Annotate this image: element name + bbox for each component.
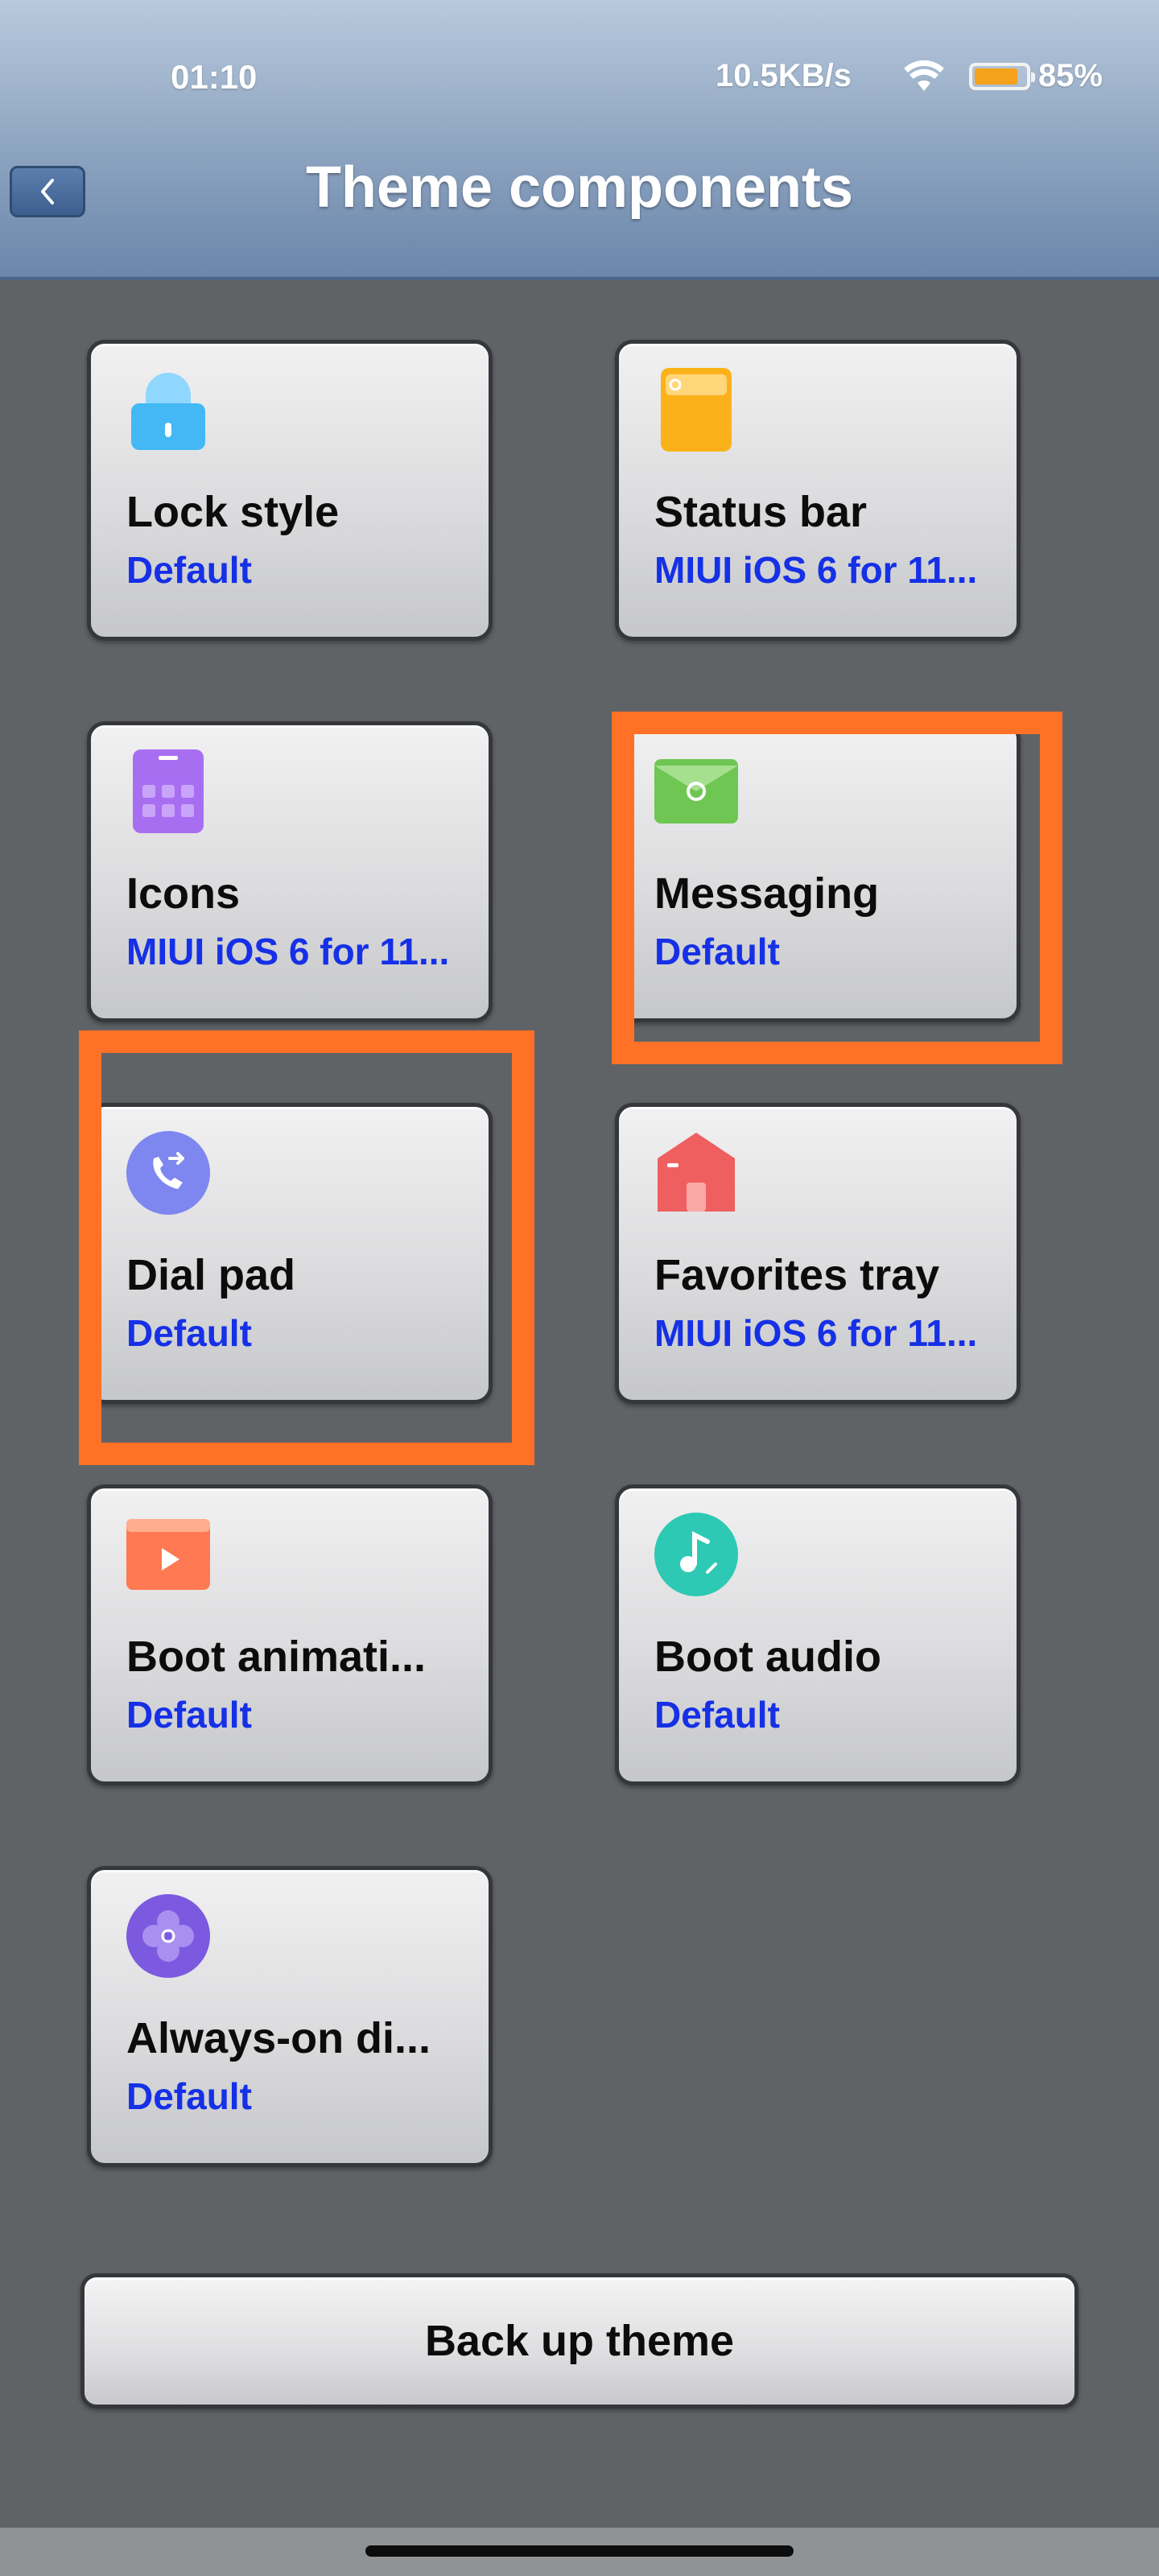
component-value: Default	[126, 549, 252, 591]
status-indicators: 10.5KB/s 85%	[716, 58, 1103, 94]
envelope-icon	[654, 749, 738, 833]
flower-icon	[126, 1894, 210, 1978]
home-icon	[654, 1131, 738, 1215]
network-speed: 10.5KB/s	[715, 58, 852, 93]
component-name: Favorites tray	[654, 1251, 940, 1299]
component-name: Boot animati...	[126, 1633, 427, 1681]
status-time: 01:10	[171, 58, 258, 96]
component-value: Default	[654, 931, 780, 972]
component-name: Lock style	[126, 488, 340, 536]
wifi-icon	[903, 60, 944, 91]
component-name: Icons	[126, 869, 241, 918]
component-name: Boot audio	[654, 1633, 881, 1681]
component-value: MIUI iOS 6 for 11...	[654, 1312, 978, 1354]
component-value: Default	[126, 2075, 252, 2117]
component-card-lock-style[interactable]: Lock style Default	[87, 340, 493, 641]
phone-icon	[126, 1131, 210, 1215]
grid-icon	[126, 749, 210, 833]
home-indicator[interactable]	[365, 2545, 794, 2557]
component-name: Messaging	[654, 869, 880, 918]
play-icon	[126, 1513, 210, 1596]
component-value: Default	[654, 1694, 780, 1736]
component-card-boot-audio[interactable]: Boot audio Default	[615, 1484, 1021, 1785]
component-value: MIUI iOS 6 for 11...	[654, 549, 978, 591]
component-card-boot-animation[interactable]: Boot animati... Default	[87, 1484, 493, 1785]
component-value: Default	[126, 1694, 252, 1736]
back-up-theme-button[interactable]: Back up theme	[80, 2273, 1079, 2409]
component-card-status-bar[interactable]: Status bar MIUI iOS 6 for 11...	[615, 340, 1021, 641]
component-name: Dial pad	[126, 1251, 296, 1299]
status-bar-icon	[654, 368, 738, 452]
component-value: MIUI iOS 6 for 11...	[126, 931, 450, 972]
lock-icon	[126, 368, 210, 452]
page-title: Theme components	[305, 155, 854, 220]
battery-icon	[968, 62, 1035, 90]
component-card-messaging[interactable]: Messaging Default	[615, 721, 1021, 1022]
battery-percent: 85%	[1037, 58, 1103, 93]
component-card-icons[interactable]: Icons MIUI iOS 6 for 11...	[87, 721, 493, 1022]
component-card-favorites-tray[interactable]: Favorites tray MIUI iOS 6 for 11...	[615, 1103, 1021, 1404]
battery-fill	[974, 68, 1017, 85]
component-name: Always-on di...	[126, 2014, 431, 2062]
music-note-icon	[654, 1513, 738, 1596]
app-header: 01:10 10.5KB/s 85% Theme components	[0, 0, 1159, 280]
component-value: Default	[126, 1312, 252, 1354]
component-card-dial-pad[interactable]: Dial pad Default	[87, 1103, 493, 1404]
component-name: Status bar	[654, 488, 868, 536]
component-card-always-on-display[interactable]: Always-on di... Default	[87, 1866, 493, 2167]
